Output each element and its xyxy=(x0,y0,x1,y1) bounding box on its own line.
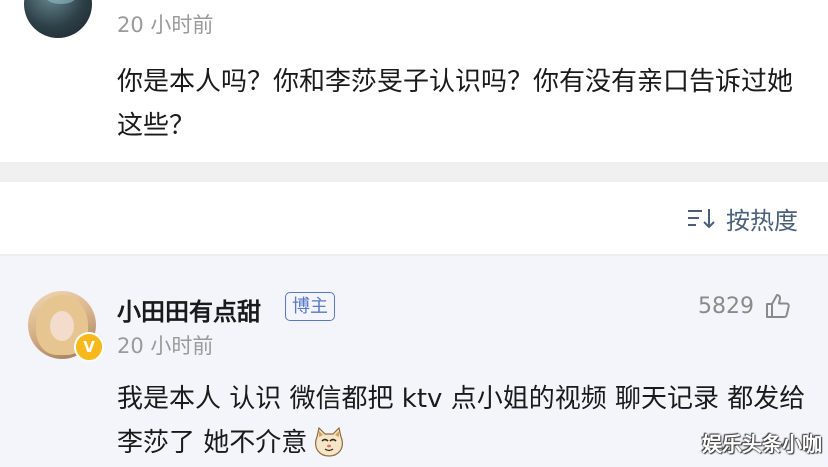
like-count: 5829 xyxy=(698,293,754,319)
reply-timestamp: 20 小时前 xyxy=(117,334,214,358)
sort-icon xyxy=(688,209,715,229)
previous-comment-card: 20 小时前 你是本人吗？你和李莎旻子认识吗？你有没有亲口告诉过她这些？ xyxy=(0,0,828,162)
like-button[interactable]: 5829 xyxy=(698,290,792,322)
watermark: 娱乐头条小咖 xyxy=(702,432,822,456)
username[interactable]: 小田田有点甜 xyxy=(117,292,261,327)
sort-by-hot-button[interactable]: 按热度 xyxy=(686,202,798,235)
commenter-avatar[interactable] xyxy=(24,0,92,38)
comment-timestamp: 20 小时前 xyxy=(117,13,214,37)
comment-text: 你是本人吗？你和李莎旻子认识吗？你有没有亲口告诉过她这些？ xyxy=(117,67,794,141)
host-badge: 博主 xyxy=(285,292,335,321)
verified-badge-icon: V xyxy=(74,332,104,362)
sort-label: 按热度 xyxy=(726,206,798,235)
cat-emoji-icon xyxy=(315,427,344,457)
thumbs-up-icon xyxy=(766,294,790,318)
sort-bar: 按热度 xyxy=(0,182,828,254)
